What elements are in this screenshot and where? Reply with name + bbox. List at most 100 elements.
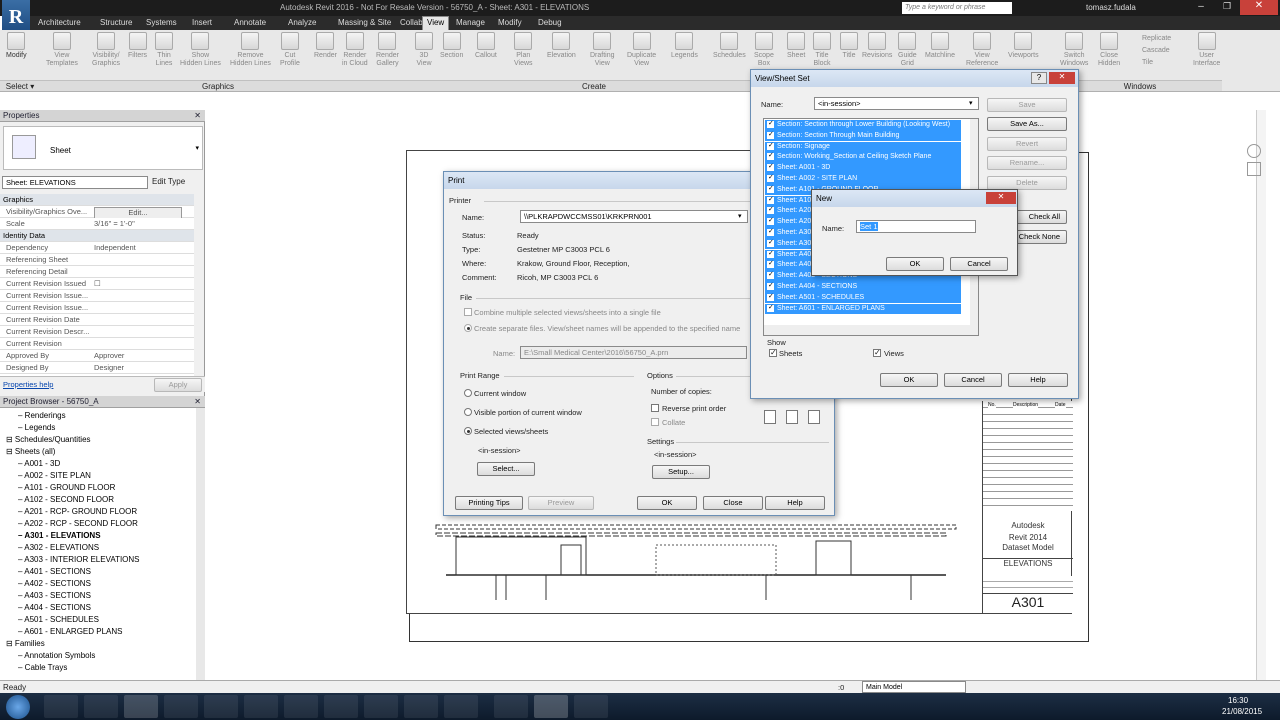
property-row[interactable]: Designed By Designer — [0, 362, 194, 374]
property-row[interactable]: Referencing Sheet — [0, 254, 194, 266]
ribbon-button-legends[interactable]: Legends — [671, 32, 698, 60]
setup-button[interactable]: Setup... — [652, 465, 710, 479]
browser-item[interactable]: ⊟ Sheets (all) — [6, 446, 55, 458]
list-hscrollbar[interactable] — [764, 325, 978, 335]
close-icon[interactable]: ✕ — [1240, 0, 1278, 15]
view-list-item[interactable]: Sheet: A601 - ENLARGED PLANS — [765, 303, 961, 315]
ribbon-button-sheet[interactable]: Sheet — [787, 32, 805, 60]
browser-item[interactable]: – A301 - ELEVATIONS — [18, 530, 101, 542]
item-checkbox[interactable] — [767, 174, 774, 183]
browser-item[interactable]: ⊟ Families — [6, 638, 45, 650]
printer-name-select[interactable]: \\PLKRAPDWCCMSS01\KRKPRN001 — [520, 210, 748, 223]
item-checkbox[interactable] — [767, 304, 774, 313]
ribbon-button-viewports[interactable]: Viewports — [1008, 32, 1039, 60]
item-checkbox[interactable] — [767, 163, 774, 172]
ribbon-button-title[interactable]: Title — [840, 32, 858, 60]
item-checkbox[interactable] — [767, 228, 774, 237]
current-window-radio[interactable] — [464, 389, 472, 397]
minimize-icon[interactable]: – — [1188, 1, 1214, 14]
ribbon-button-title-block[interactable]: Title Block — [813, 32, 831, 68]
separate-files-radio[interactable] — [464, 324, 472, 332]
ribbon-button-plan-views[interactable]: Plan Views — [514, 32, 533, 68]
app-icon[interactable] — [204, 695, 238, 718]
camtasia-icon[interactable] — [574, 695, 608, 718]
ribbon-button-section[interactable]: Section — [440, 32, 463, 60]
zoom-icon[interactable] — [1247, 162, 1261, 176]
property-row[interactable]: Current Revision — [0, 338, 194, 350]
close-icon[interactable]: ✕ — [1049, 72, 1075, 84]
property-row[interactable]: Current Revision Issue... — [0, 302, 194, 314]
item-checkbox[interactable] — [767, 131, 774, 140]
new-set-name-input[interactable]: Set 1 — [856, 220, 976, 233]
ribbon-button-thin-lines[interactable]: Thin Lines — [155, 32, 173, 68]
chrome-icon[interactable] — [164, 695, 198, 718]
browser-item[interactable]: – A201 - RCP- GROUND FLOOR — [18, 506, 137, 518]
ribbon-button-scope-box[interactable]: Scope Box — [754, 32, 774, 68]
instance-selector[interactable]: Sheet: ELEVATIONS — [2, 176, 148, 189]
browser-item[interactable]: – A102 - SECOND FLOOR — [18, 494, 114, 506]
item-checkbox[interactable] — [767, 217, 774, 226]
ribbon-button-remove-hidden-lines[interactable]: Remove Hidden Lines — [230, 32, 271, 68]
item-checkbox[interactable] — [767, 282, 774, 291]
ribbon-button-schedules[interactable]: Schedules — [713, 32, 746, 60]
user-name[interactable]: tomasz.fudala — [1086, 3, 1136, 12]
viewset-ok-button[interactable]: OK — [880, 373, 938, 387]
delete-button[interactable]: Delete — [987, 176, 1067, 190]
save-button[interactable]: Save — [987, 98, 1067, 112]
print-help-button[interactable]: Help — [765, 496, 825, 510]
property-row[interactable]: Visibility/Graphics Ove... Edit... — [0, 206, 194, 219]
browser-item[interactable]: – A001 - 3D — [18, 458, 60, 470]
tab-structure[interactable]: Structure — [96, 17, 136, 28]
outlook-icon[interactable] — [124, 695, 158, 718]
browser-item[interactable]: – Annotation Symbols — [18, 650, 95, 662]
ribbon-button-cut-profile[interactable]: Cut Profile — [280, 32, 300, 68]
ribbon-button-filters[interactable]: Filters — [128, 32, 147, 60]
item-checkbox[interactable] — [767, 196, 774, 205]
item-checkbox[interactable] — [767, 142, 774, 151]
type-selector[interactable]: Sheet ▾ — [3, 126, 203, 170]
app-icon[interactable] — [244, 695, 278, 718]
view-list-item[interactable]: Section: Signage — [765, 141, 961, 153]
property-row[interactable]: Scale 3/16" = 1'-0" — [0, 218, 194, 230]
ribbon-button-guide-grid[interactable]: Guide Grid — [898, 32, 917, 68]
show-views-checkbox[interactable] — [873, 348, 881, 357]
maximize-icon[interactable]: ❐ — [1214, 1, 1240, 14]
ribbon-button-show-hidden-lines[interactable]: Show Hidden Lines — [180, 32, 221, 68]
new-cancel-button[interactable]: Cancel — [950, 257, 1008, 271]
browser-item[interactable]: – A302 - ELEVATIONS — [18, 542, 99, 554]
view-list-item[interactable]: Sheet: A001 - 3D — [765, 163, 961, 174]
app-icon[interactable] — [404, 695, 438, 718]
browser-item[interactable]: ⊟ Schedules/Quantities — [6, 434, 91, 446]
navigation-bar[interactable] — [1244, 140, 1264, 190]
show-sheets-checkbox[interactable] — [769, 348, 777, 357]
print-ok-button[interactable]: OK — [637, 496, 697, 510]
ribbon-button-render-gallery[interactable]: Render Gallery — [376, 32, 399, 68]
property-row[interactable]: Current Revision Descr... — [0, 326, 194, 338]
ribbon-button-callout[interactable]: Callout — [475, 32, 497, 60]
help-icon[interactable]: ? — [1031, 72, 1047, 84]
ribbon-button-render[interactable]: Render — [314, 32, 337, 60]
viewset-cancel-button[interactable]: Cancel — [944, 373, 1002, 387]
property-row[interactable]: Dependency Independent — [0, 242, 194, 254]
property-row[interactable]: Approved By Approver — [0, 350, 194, 362]
browser-item[interactable]: – A402 - SECTIONS — [18, 578, 91, 590]
browser-item[interactable]: – A002 - SITE PLAN — [18, 470, 91, 482]
ribbon-button-view-reference[interactable]: View Reference — [966, 32, 998, 68]
item-checkbox[interactable] — [767, 250, 774, 259]
ie-icon[interactable] — [44, 695, 78, 718]
ribbon-button-revisions[interactable]: Revisions — [862, 32, 892, 60]
file-name-input[interactable]: E:\Small Medical Center\2016\56750_A.prn — [520, 346, 747, 359]
ribbon-button-elevation[interactable]: Elevation — [547, 32, 576, 60]
ribbon-button-drafting-view[interactable]: Drafting View — [590, 32, 615, 68]
reverse-order-checkbox[interactable] — [651, 404, 659, 412]
search-input[interactable]: Type a keyword or phrase — [902, 2, 1012, 14]
ribbon-button-3d-view[interactable]: 3D View — [415, 32, 433, 68]
tab-view[interactable]: View — [422, 16, 450, 30]
save-as-button[interactable]: Save As... — [987, 117, 1067, 131]
browser-item[interactable]: – A401 - SECTIONS — [18, 566, 91, 578]
ribbon-button-duplicate-view[interactable]: Duplicate View — [627, 32, 656, 68]
steering-wheel-icon[interactable] — [1247, 144, 1261, 158]
property-group[interactable]: Graphics — [0, 194, 194, 206]
app-icon[interactable] — [444, 695, 478, 718]
item-checkbox[interactable] — [767, 271, 774, 280]
